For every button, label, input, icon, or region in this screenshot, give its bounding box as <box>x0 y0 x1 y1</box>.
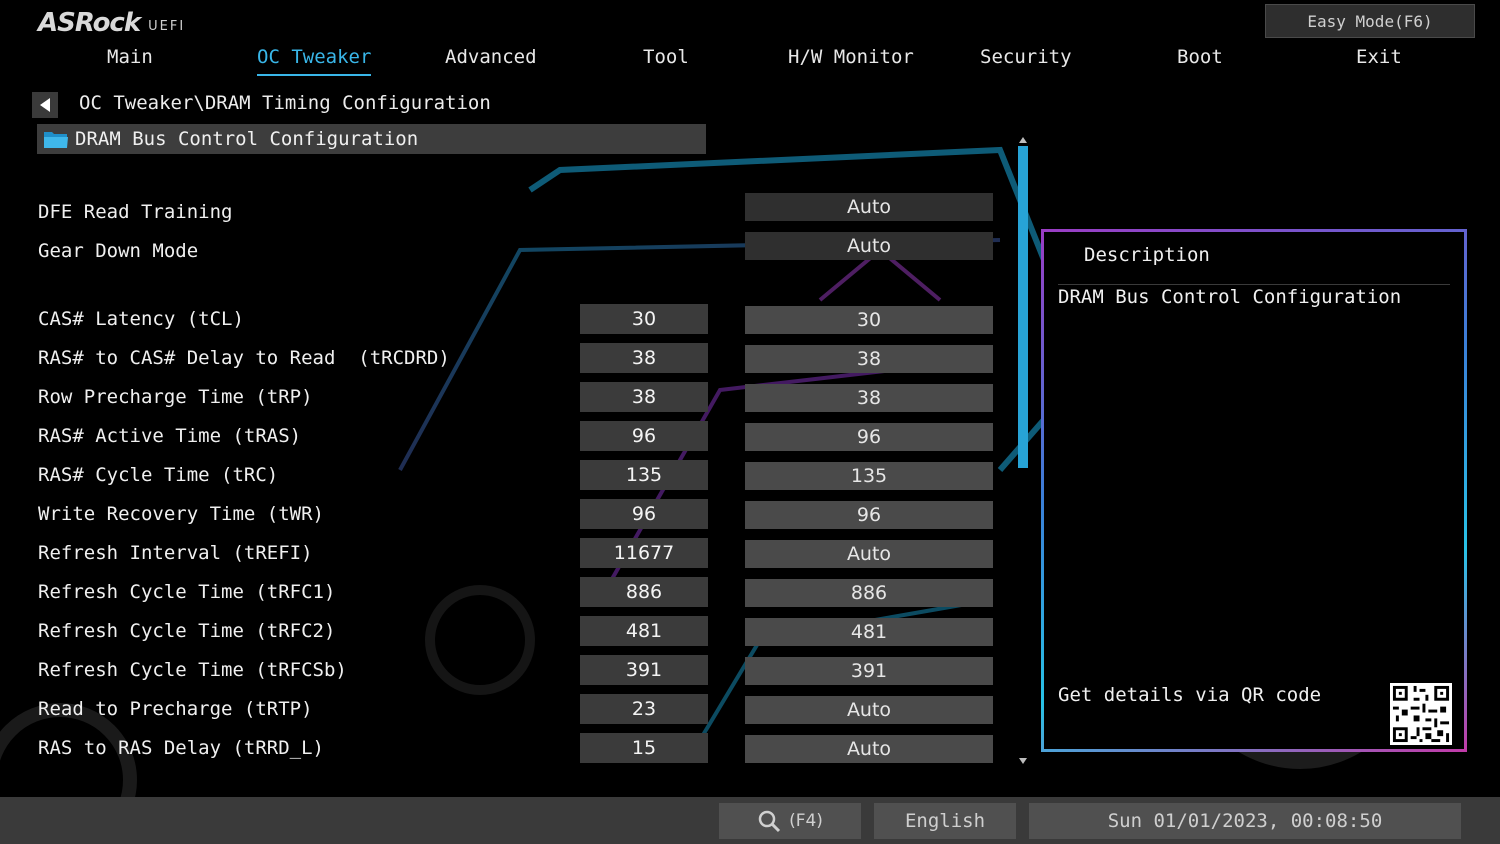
current-value: 481 <box>580 616 708 646</box>
tab-boot[interactable]: Boot <box>1177 46 1223 74</box>
setting-label: RAS# Active Time (tRAS) <box>38 425 302 447</box>
tab-advanced[interactable]: Advanced <box>445 46 537 74</box>
setting-row: Refresh Cycle Time (tRFC2) 481 481 <box>0 616 1010 648</box>
setting-row: Refresh Cycle Time (tRFC1) 886 886 <box>0 577 1010 609</box>
setting-row: RAS# Active Time (tRAS) 96 96 <box>0 421 1010 453</box>
setting-label: Row Precharge Time (tRP) <box>38 386 313 408</box>
setting-row: RAS# to CAS# Delay to Read (tRCDRD) 38 3… <box>0 343 1010 375</box>
current-value: 30 <box>580 304 708 334</box>
current-value: 886 <box>580 577 708 607</box>
scroll-up-icon[interactable] <box>1018 136 1028 144</box>
current-value: 23 <box>580 694 708 724</box>
setting-value-trrd-l[interactable]: Auto <box>745 735 993 763</box>
setting-row: RAS to RAS Delay (tRRD_L) 15 Auto <box>0 733 1010 765</box>
current-value: 96 <box>580 421 708 451</box>
description-divider <box>1058 284 1450 285</box>
submenu-dram-bus-control[interactable]: DRAM Bus Control Configuration <box>37 124 706 154</box>
current-value: 135 <box>580 460 708 490</box>
description-panel: Description DRAM Bus Control Configurati… <box>1041 229 1467 752</box>
language-button[interactable]: English <box>874 803 1016 839</box>
easy-mode-button[interactable]: Easy Mode(F6) <box>1265 4 1475 38</box>
setting-value-trtp[interactable]: Auto <box>745 696 993 724</box>
setting-value-trefi[interactable]: Auto <box>745 540 993 568</box>
setting-row: Read to Precharge (tRTP) 23 Auto <box>0 694 1010 726</box>
setting-label: Write Recovery Time (tWR) <box>38 503 324 525</box>
setting-label: Gear Down Mode <box>38 240 199 262</box>
main-nav: Main OC Tweaker Advanced Tool H/W Monito… <box>0 46 1500 76</box>
setting-label: Refresh Cycle Time (tRFC2) <box>38 620 336 642</box>
tab-security[interactable]: Security <box>980 46 1072 74</box>
tab-oc-tweaker[interactable]: OC Tweaker <box>257 46 372 76</box>
setting-row: Refresh Interval (tREFI) 11677 Auto <box>0 538 1010 570</box>
datetime-display: Sun 01/01/2023, 00:08:50 <box>1029 803 1461 839</box>
current-value: 38 <box>580 382 708 412</box>
footer-bar: (F4) English Sun 01/01/2023, 00:08:50 <box>0 797 1500 844</box>
setting-row: Row Precharge Time (tRP) 38 38 <box>0 382 1010 414</box>
search-button[interactable]: (F4) <box>719 803 861 839</box>
setting-label: RAS# Cycle Time (tRC) <box>38 464 279 486</box>
setting-value-tras[interactable]: 96 <box>745 423 993 451</box>
setting-value-trfc1[interactable]: 886 <box>745 579 993 607</box>
setting-value-trc[interactable]: 135 <box>745 462 993 490</box>
scrollbar-thumb[interactable] <box>1018 146 1028 468</box>
setting-label: RAS# to CAS# Delay to Read (tRCDRD) <box>38 347 450 369</box>
description-title: Description <box>1084 244 1210 266</box>
setting-value-dfe-read-training[interactable]: Auto <box>745 193 993 221</box>
setting-label: Read to Precharge (tRTP) <box>38 698 313 720</box>
tab-tool[interactable]: Tool <box>643 46 689 74</box>
setting-value-twr[interactable]: 96 <box>745 501 993 529</box>
tab-hw-monitor[interactable]: H/W Monitor <box>788 46 914 74</box>
description-text: DRAM Bus Control Configuration <box>1058 286 1402 308</box>
back-button[interactable] <box>32 92 58 118</box>
setting-value-trp[interactable]: 38 <box>745 384 993 412</box>
search-icon <box>758 810 781 833</box>
setting-label: RAS to RAS Delay (tRRD_L) <box>38 737 324 759</box>
setting-label: Refresh Cycle Time (tRFCSb) <box>38 659 347 681</box>
setting-label: Refresh Cycle Time (tRFC1) <box>38 581 336 603</box>
setting-value-trfcsb[interactable]: 391 <box>745 657 993 685</box>
breadcrumb: OC Tweaker\DRAM Timing Configuration <box>79 92 491 114</box>
setting-value-trfc2[interactable]: 481 <box>745 618 993 646</box>
setting-label: Refresh Interval (tREFI) <box>38 542 313 564</box>
setting-value-tcl[interactable]: 30 <box>745 306 993 334</box>
setting-row: CAS# Latency (tCL) 30 30 <box>0 304 1010 336</box>
setting-value-trcdrd[interactable]: 38 <box>745 345 993 373</box>
qr-label: Get details via QR code <box>1058 684 1322 706</box>
current-value: 38 <box>580 343 708 373</box>
submenu-label: DRAM Bus Control Configuration <box>75 128 419 150</box>
qr-code-icon[interactable] <box>1390 683 1452 745</box>
folder-icon <box>44 132 68 148</box>
back-arrow-icon <box>40 98 50 112</box>
setting-label: CAS# Latency (tCL) <box>38 308 244 330</box>
asrock-logo: ASRock UEFI <box>38 8 185 38</box>
scroll-down-icon[interactable] <box>1018 757 1028 765</box>
tab-exit[interactable]: Exit <box>1356 46 1402 74</box>
setting-label: DFE Read Training <box>38 201 233 223</box>
tab-main[interactable]: Main <box>107 46 153 74</box>
current-value: 15 <box>580 733 708 763</box>
current-value: 96 <box>580 499 708 529</box>
logo-text: ASRock <box>38 8 141 38</box>
setting-row: RAS# Cycle Time (tRC) 135 135 <box>0 460 1010 492</box>
current-value: 391 <box>580 655 708 685</box>
setting-row: DFE Read Training Auto <box>0 193 1010 229</box>
search-shortcut-label: (F4) <box>789 811 823 831</box>
logo-subtext: UEFI <box>148 19 186 34</box>
setting-value-gear-down-mode[interactable]: Auto <box>745 232 993 260</box>
setting-row: Write Recovery Time (tWR) 96 96 <box>0 499 1010 531</box>
setting-row: Gear Down Mode Auto <box>0 232 1010 268</box>
setting-row: Refresh Cycle Time (tRFCSb) 391 391 <box>0 655 1010 687</box>
current-value: 11677 <box>580 538 708 568</box>
